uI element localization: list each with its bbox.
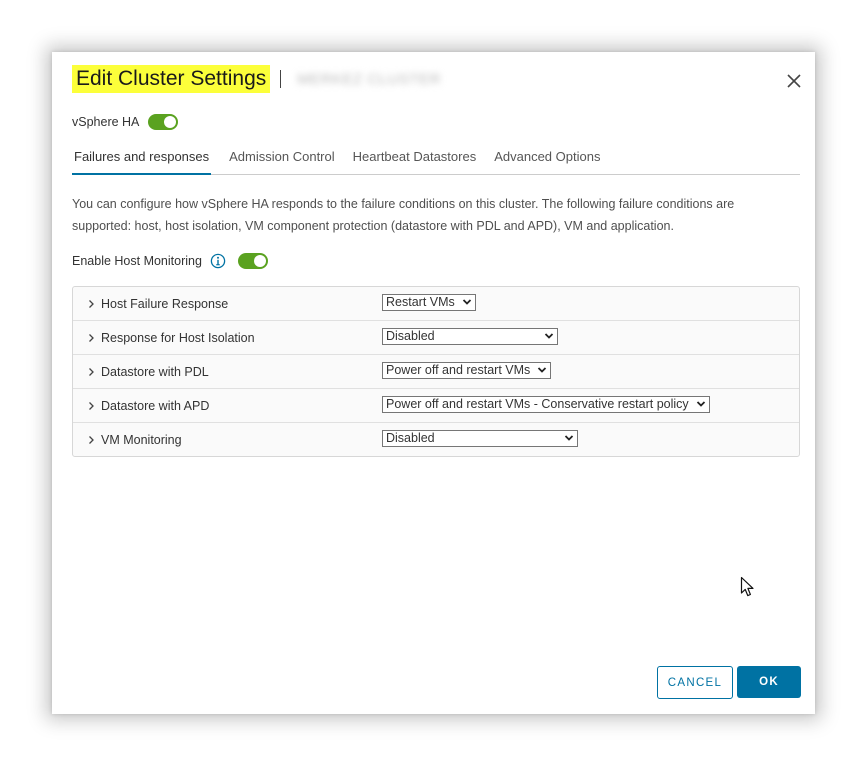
tab-failures-and-responses[interactable]: Failures and responses [72,142,212,175]
host-failure-response-value: Restart VMs [386,295,455,309]
table-row[interactable]: Response for Host Isolation Disabled [73,321,799,355]
chevron-down-icon [696,401,705,407]
host-monitoring-label: Enable Host Monitoring [72,254,202,268]
host-failure-response-select[interactable]: Restart VMs [382,294,476,311]
datastore-pdl-select[interactable]: Power off and restart VMs [382,362,552,379]
vsphere-ha-label: vSphere HA [72,115,140,129]
chevron-right-icon[interactable] [86,299,96,309]
vsphere-ha-toggle[interactable] [148,114,179,130]
cluster-name: MERKEZ CLUSTER [297,70,441,88]
vm-monitoring-value: Disabled [386,431,435,445]
close-icon [787,74,801,88]
datastore-pdl-label: Datastore with PDL [101,364,209,379]
table-row[interactable]: Datastore with APD Power off and restart… [73,389,799,423]
chevron-right-icon[interactable] [86,435,96,445]
host-monitoring-row: Enable Host Monitoring [72,253,268,269]
chevron-down-icon [538,367,547,373]
chevron-right-icon[interactable] [86,367,96,377]
tab-admission-control[interactable]: Admission Control [229,142,335,173]
tab-advanced-options[interactable]: Advanced Options [494,142,600,173]
vm-monitoring-select[interactable]: Disabled [382,430,578,447]
info-icon[interactable] [210,253,226,269]
vsphere-ha-row: vSphere HA [72,114,179,130]
cancel-button[interactable]: CANCEL [657,666,733,699]
host-failure-response-label: Host Failure Response [101,296,229,311]
table-row[interactable]: Datastore with PDL Power off and restart… [73,355,799,389]
ok-button[interactable]: OK [737,666,801,698]
dialog-title: Edit Cluster Settings [72,65,271,93]
table-row[interactable]: VM Monitoring Disabled [73,423,799,456]
settings-tabs: Failures and responses Admission Control… [72,142,800,175]
title-separator [280,70,282,88]
host-isolation-response-select[interactable]: Disabled [382,328,558,345]
chevron-right-icon[interactable] [86,401,96,411]
failure-response-table: Host Failure Response Restart VMs Respon… [72,286,800,457]
datastore-pdl-value: Power off and restart VMs [386,363,531,377]
dialog-header: Edit Cluster Settings MERKEZ CLUSTER [72,64,441,94]
chevron-right-icon[interactable] [86,333,96,343]
host-isolation-response-label: Response for Host Isolation [101,330,255,345]
host-isolation-response-value: Disabled [386,329,435,343]
chevron-down-icon [544,333,554,339]
edit-cluster-settings-dialog: Edit Cluster Settings MERKEZ CLUSTER vSp… [52,52,815,714]
datastore-apd-label: Datastore with APD [101,398,210,413]
chevron-down-icon [462,299,471,305]
datastore-apd-select[interactable]: Power off and restart VMs - Conservative… [382,396,710,413]
table-row[interactable]: Host Failure Response Restart VMs [73,287,799,321]
datastore-apd-value: Power off and restart VMs - Conservative… [386,397,689,411]
close-button[interactable] [783,70,805,92]
screen: Edit Cluster Settings MERKEZ CLUSTER vSp… [0,0,867,766]
host-monitoring-toggle[interactable] [237,253,268,269]
vm-monitoring-label: VM Monitoring [101,432,182,447]
chevron-down-icon [564,435,574,441]
tab-description: You can configure how vSphere HA respond… [72,197,735,233]
tab-heartbeat-datastores[interactable]: Heartbeat Datastores [353,142,477,173]
mouse-cursor-icon [740,576,754,597]
